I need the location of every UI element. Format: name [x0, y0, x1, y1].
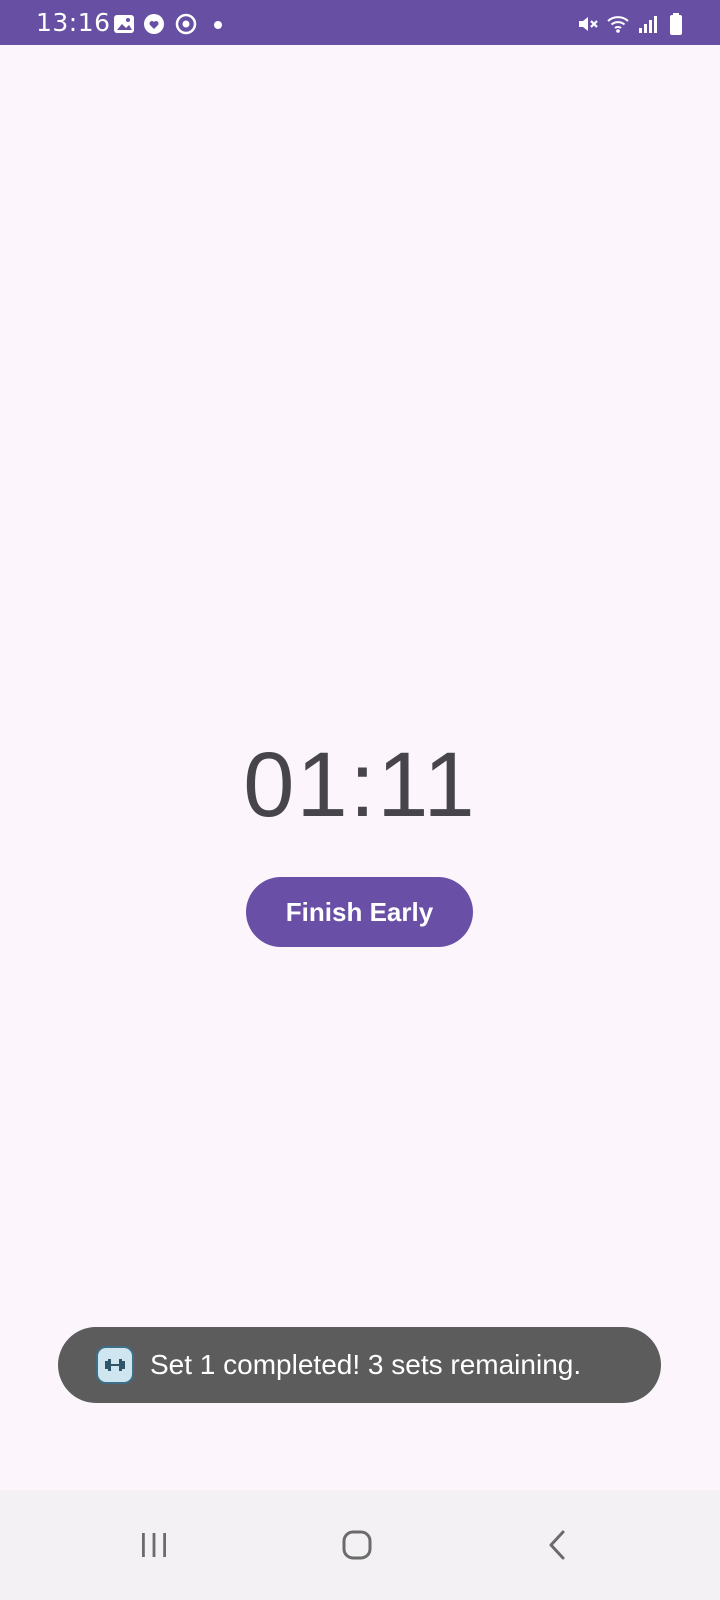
home-icon[interactable] [333, 1521, 381, 1569]
toast-text: Set 1 completed! 3 sets remaining. [150, 1349, 582, 1380]
dot-icon [214, 21, 222, 29]
heart-sync-icon [142, 12, 166, 36]
toast-message: Set 1 completed! 3 sets remaining. [58, 1327, 661, 1403]
timer-display: 01:11 [243, 734, 477, 836]
status-time: 13:16 [36, 8, 111, 37]
recents-icon[interactable] [130, 1521, 178, 1569]
app-dumbbell-icon [96, 1346, 134, 1384]
status-bar: 13:16 [0, 0, 720, 45]
navigation-bar [0, 1490, 720, 1600]
back-icon[interactable] [534, 1521, 582, 1569]
signal-icon [636, 12, 660, 36]
gallery-icon [112, 12, 136, 36]
wifi-icon [606, 12, 630, 36]
refresh-icon [174, 12, 198, 36]
finish-early-button[interactable]: Finish Early [246, 877, 473, 947]
mute-icon [576, 12, 600, 36]
battery-icon [664, 12, 688, 36]
